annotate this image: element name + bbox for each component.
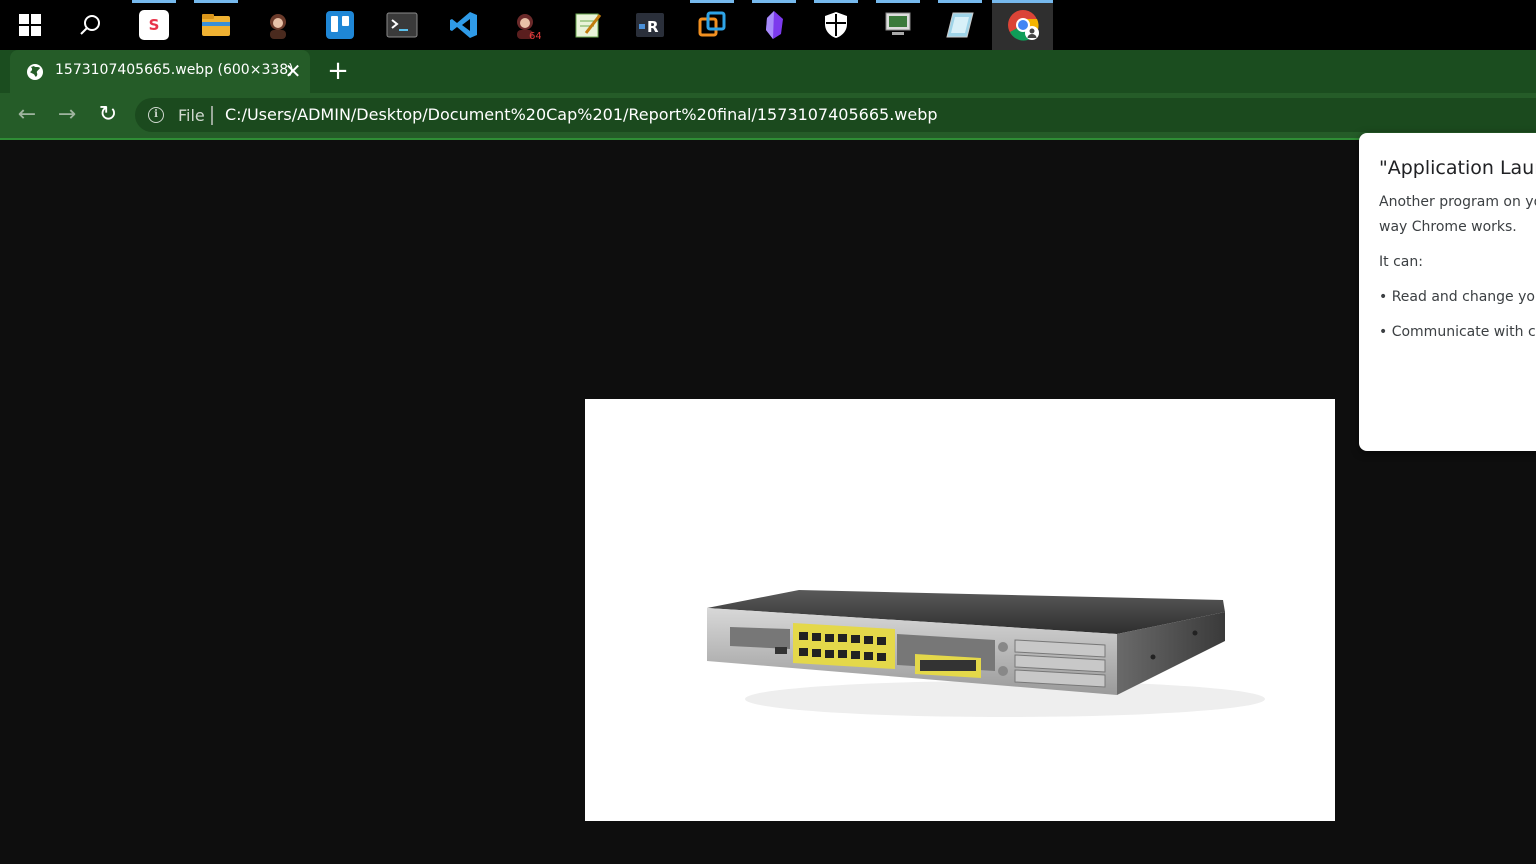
- search-button[interactable]: [62, 0, 118, 50]
- popup-text-it-can: It can:: [1379, 254, 1423, 270]
- windows-start-icon: [19, 14, 41, 36]
- taskbar-notepad-app[interactable]: [560, 0, 616, 50]
- browser-toolbar: ← → ↻ i File C:/Users/ADMIN/Desktop/Docu…: [0, 93, 1536, 140]
- portrait-app-64-icon: 64: [517, 14, 541, 40]
- notepad-app-icon: [575, 13, 602, 38]
- popup-bullet-2: • Communicate with coo: [1379, 324, 1536, 340]
- file-explorer-icon: [202, 14, 230, 36]
- taskbar-obsidian[interactable]: [746, 0, 802, 50]
- taskbar-notebook-app[interactable]: [932, 0, 988, 50]
- url-scheme-label: File: [178, 106, 205, 125]
- reload-button[interactable]: ↻: [95, 103, 121, 129]
- address-separator: [211, 106, 213, 125]
- tab-close-button[interactable]: ✕: [281, 59, 305, 83]
- search-icon: [80, 15, 100, 35]
- taskbar-portrait-app[interactable]: [250, 0, 306, 50]
- tab-title: 1573107405665.webp (600×338): [55, 62, 294, 78]
- obsidian-icon: [766, 11, 783, 39]
- taskbar-r-app[interactable]: R: [622, 0, 678, 50]
- url-text[interactable]: C:/Users/ADMIN/Desktop/Document%20Cap%20…: [225, 105, 938, 124]
- computer-app-icon: [885, 12, 911, 35]
- chrome-icon: [1007, 10, 1039, 41]
- taskbar-app-s[interactable]: S: [126, 0, 182, 50]
- new-tab-button[interactable]: +: [323, 57, 353, 87]
- trello-icon: [326, 11, 354, 39]
- taskbar-portrait-app-64[interactable]: 64: [498, 0, 554, 50]
- popup-bullet-1: • Read and change your: [1379, 289, 1536, 305]
- back-button[interactable]: ←: [14, 103, 40, 129]
- browser-tab-strip: 1573107405665.webp (600×338) ✕ +: [0, 50, 1536, 93]
- site-info-icon[interactable]: i: [148, 107, 164, 123]
- security-shield-icon: [825, 12, 847, 38]
- portrait-app-icon: [270, 14, 286, 39]
- popup-text-line-2: way Chrome works.: [1379, 219, 1517, 235]
- taskbar-vmware[interactable]: [684, 0, 740, 50]
- taskbar-computer-app[interactable]: [870, 0, 926, 50]
- taskbar-file-explorer[interactable]: [188, 0, 244, 50]
- r-app-icon: R: [636, 13, 664, 37]
- app-s-icon: S: [139, 10, 169, 40]
- popup-title: "Application Launc: [1379, 157, 1536, 179]
- browser-tab-active[interactable]: 1573107405665.webp (600×338) ✕: [10, 50, 310, 93]
- vscode-icon: [450, 12, 477, 38]
- vmware-icon: [698, 11, 726, 37]
- terminal-icon: [386, 12, 418, 38]
- start-button[interactable]: [2, 0, 58, 50]
- displayed-image: [585, 399, 1335, 821]
- address-bar[interactable]: i File C:/Users/ADMIN/Desktop/Document%2…: [135, 98, 1536, 132]
- application-launcher-warning-popup: "Application Launc Another program on yo…: [1359, 133, 1536, 451]
- popup-text-line-1: Another program on yo: [1379, 194, 1536, 210]
- windows-taskbar: S 64 R: [0, 0, 1536, 50]
- svg-text:64: 64: [529, 31, 541, 40]
- network-appliance-picture: [707, 590, 1265, 717]
- taskbar-terminal[interactable]: [374, 0, 430, 50]
- globe-icon: [27, 64, 43, 80]
- forward-button[interactable]: →: [54, 103, 80, 129]
- taskbar-chrome[interactable]: [992, 0, 1053, 50]
- taskbar-security[interactable]: [808, 0, 864, 50]
- taskbar-vscode[interactable]: [436, 0, 492, 50]
- notebook-app-icon: [946, 12, 974, 38]
- svg-text:R: R: [647, 18, 659, 36]
- taskbar-trello[interactable]: [312, 0, 368, 50]
